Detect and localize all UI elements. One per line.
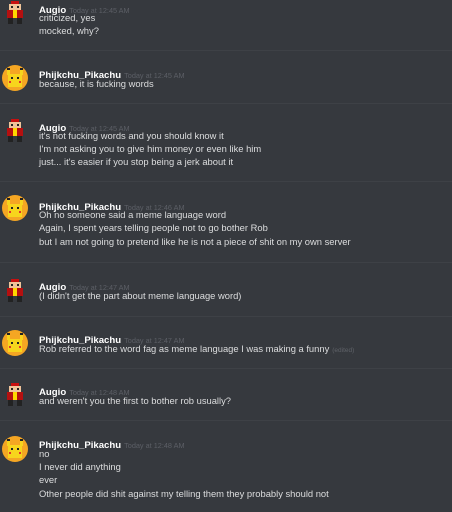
message-header: Phijkchu_Pikachu Today at 12:48 AM	[39, 435, 185, 451]
message-line: I'm not asking you to give him money or …	[39, 143, 262, 154]
message-divider	[0, 368, 452, 369]
message-line: Other people did shit against my telling…	[39, 488, 329, 499]
message-line: Oh no someone said a meme language word	[39, 209, 227, 220]
message-line: but I am not going to pretend like he is…	[39, 236, 351, 247]
pikachu-avatar-icon[interactable]	[2, 330, 28, 356]
message-divider	[0, 262, 452, 263]
message-line: (I didn't get the part about meme langua…	[39, 290, 242, 301]
message-line: Rob referred to the word fag as meme lan…	[39, 343, 354, 357]
augio-avatar-icon[interactable]	[2, 118, 28, 144]
message-line: mocked, why?	[39, 25, 99, 36]
message-divider	[0, 50, 452, 51]
message-line: it's not fucking words and you should kn…	[39, 130, 224, 141]
edited-label: (edited)	[332, 347, 355, 354]
message-line: Again, I spent years telling people not …	[39, 222, 268, 233]
message-line: no	[39, 448, 50, 459]
message-divider	[0, 316, 452, 317]
message-text: Rob referred to the word fag as meme lan…	[39, 343, 330, 354]
message-line: and weren't you the first to bother rob …	[39, 395, 232, 406]
message-divider	[0, 420, 452, 421]
timestamp: Today at 12:48 AM	[124, 441, 185, 450]
message-divider	[0, 103, 452, 104]
message-line: I never did anything	[39, 461, 121, 472]
pikachu-avatar-icon[interactable]	[2, 436, 28, 462]
message-divider	[0, 181, 452, 182]
message-line: ever	[39, 474, 58, 485]
message-line: because, it is fucking words	[39, 78, 154, 89]
message-line: just... it's easier if you stop being a …	[39, 156, 234, 167]
pikachu-avatar-icon[interactable]	[2, 65, 28, 91]
augio-avatar-icon[interactable]	[2, 382, 28, 408]
message-line: criticized, yes	[39, 12, 96, 23]
chat-messages: Augio Today at 12:45 AM criticized, yes m…	[0, 0, 452, 512]
pikachu-avatar-icon[interactable]	[2, 195, 28, 221]
augio-avatar-icon[interactable]	[2, 0, 28, 26]
username[interactable]: Phijkchu_Pikachu	[39, 440, 121, 451]
augio-avatar-icon[interactable]	[2, 278, 28, 304]
